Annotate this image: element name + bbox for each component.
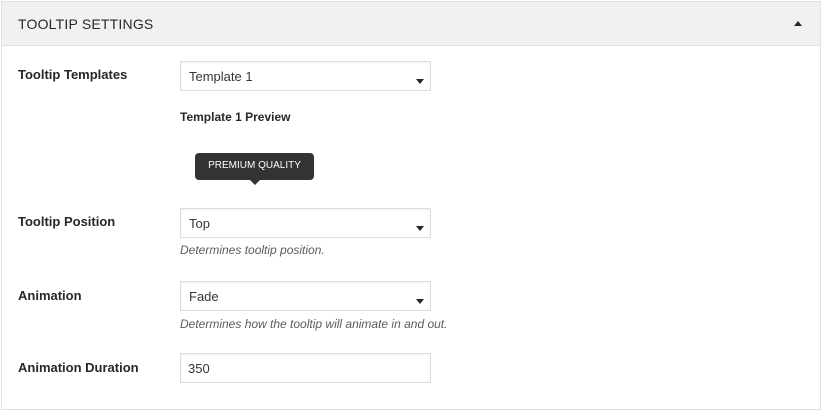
animation-label: Animation (18, 288, 82, 303)
tooltip-position-select[interactable]: Top (180, 208, 431, 238)
animation-select[interactable]: Fade (180, 281, 431, 311)
tooltip-preview: PREMIUM QUALITY (195, 153, 314, 185)
animation-duration-label: Animation Duration (18, 360, 139, 375)
animation-value: Fade (189, 289, 219, 304)
tooltip-settings-panel: TOOLTIP SETTINGS Tooltip Templates Templ… (1, 1, 821, 410)
tooltip-pointer (250, 180, 260, 185)
template-preview-title: Template 1 Preview (180, 110, 291, 124)
panel-header[interactable]: TOOLTIP SETTINGS (2, 2, 820, 46)
animation-description: Determines how the tooltip will animate … (180, 317, 448, 331)
panel-title: TOOLTIP SETTINGS (18, 16, 154, 32)
dropdown-arrow-icon (416, 293, 424, 304)
tooltip-templates-value: Template 1 (189, 69, 253, 84)
tooltip-position-description: Determines tooltip position. (180, 243, 325, 257)
tooltip-position-label: Tooltip Position (18, 214, 116, 229)
dropdown-arrow-icon (416, 73, 424, 84)
tooltip-position-value: Top (189, 216, 210, 231)
dropdown-arrow-icon (416, 220, 424, 231)
tooltip-templates-select[interactable]: Template 1 (180, 61, 431, 91)
tooltip-preview-text: PREMIUM QUALITY (208, 160, 301, 171)
tooltip-templates-label: Tooltip Templates (18, 67, 128, 82)
triangle-up-icon[interactable] (792, 18, 804, 30)
animation-duration-input[interactable] (180, 353, 431, 383)
